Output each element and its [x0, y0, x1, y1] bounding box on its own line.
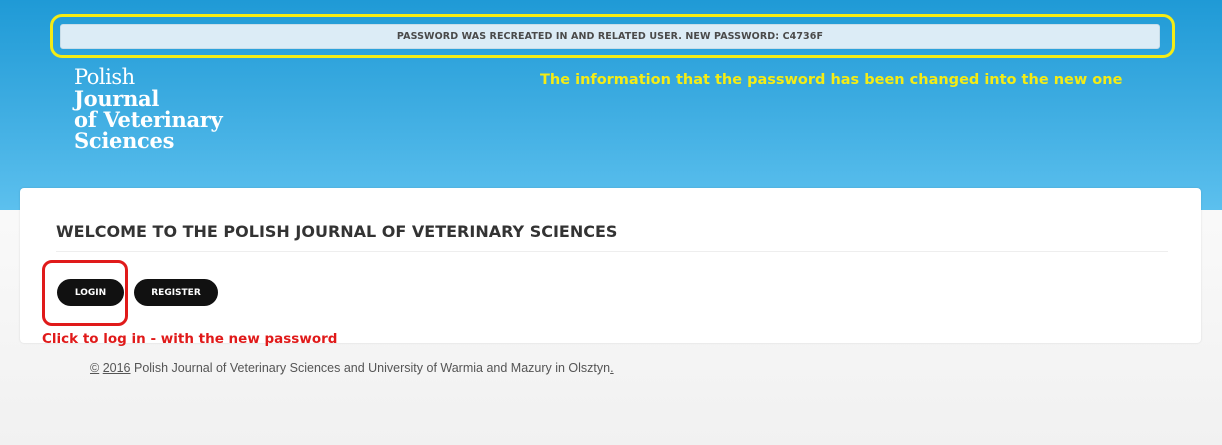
annotation-note-login: Click to log in - with the new password	[42, 331, 338, 347]
flash-message: PASSWORD WAS RECREATED IN AND RELATED US…	[60, 24, 1160, 49]
footer-trailing-link[interactable]: .	[610, 361, 613, 375]
page-header: PASSWORD WAS RECREATED IN AND RELATED US…	[0, 0, 1222, 210]
copyright-link[interactable]: ©	[90, 361, 99, 375]
year-link[interactable]: 2016	[103, 361, 131, 375]
footer-text: Polish Journal of Veterinary Sciences an…	[130, 361, 611, 375]
logo-line-4: Sciences	[74, 128, 175, 153]
page-title: WELCOME TO THE POLISH JOURNAL OF VETERIN…	[56, 222, 1168, 252]
register-button[interactable]: REGISTER	[134, 279, 218, 306]
journal-logo[interactable]: Polish Journal of Veterinary Sciences	[74, 65, 223, 153]
login-button[interactable]: LOGIN	[57, 279, 124, 306]
welcome-card: WELCOME TO THE POLISH JOURNAL OF VETERIN…	[20, 188, 1201, 347]
footer: © 2016 Polish Journal of Veterinary Scie…	[90, 361, 614, 375]
annotation-note-top: The information that the password has be…	[540, 72, 1123, 88]
logo-line-3: of Veterinary	[74, 107, 223, 132]
logo-line-1: Polish	[74, 65, 135, 89]
logo-line-2: Journal	[74, 86, 160, 111]
